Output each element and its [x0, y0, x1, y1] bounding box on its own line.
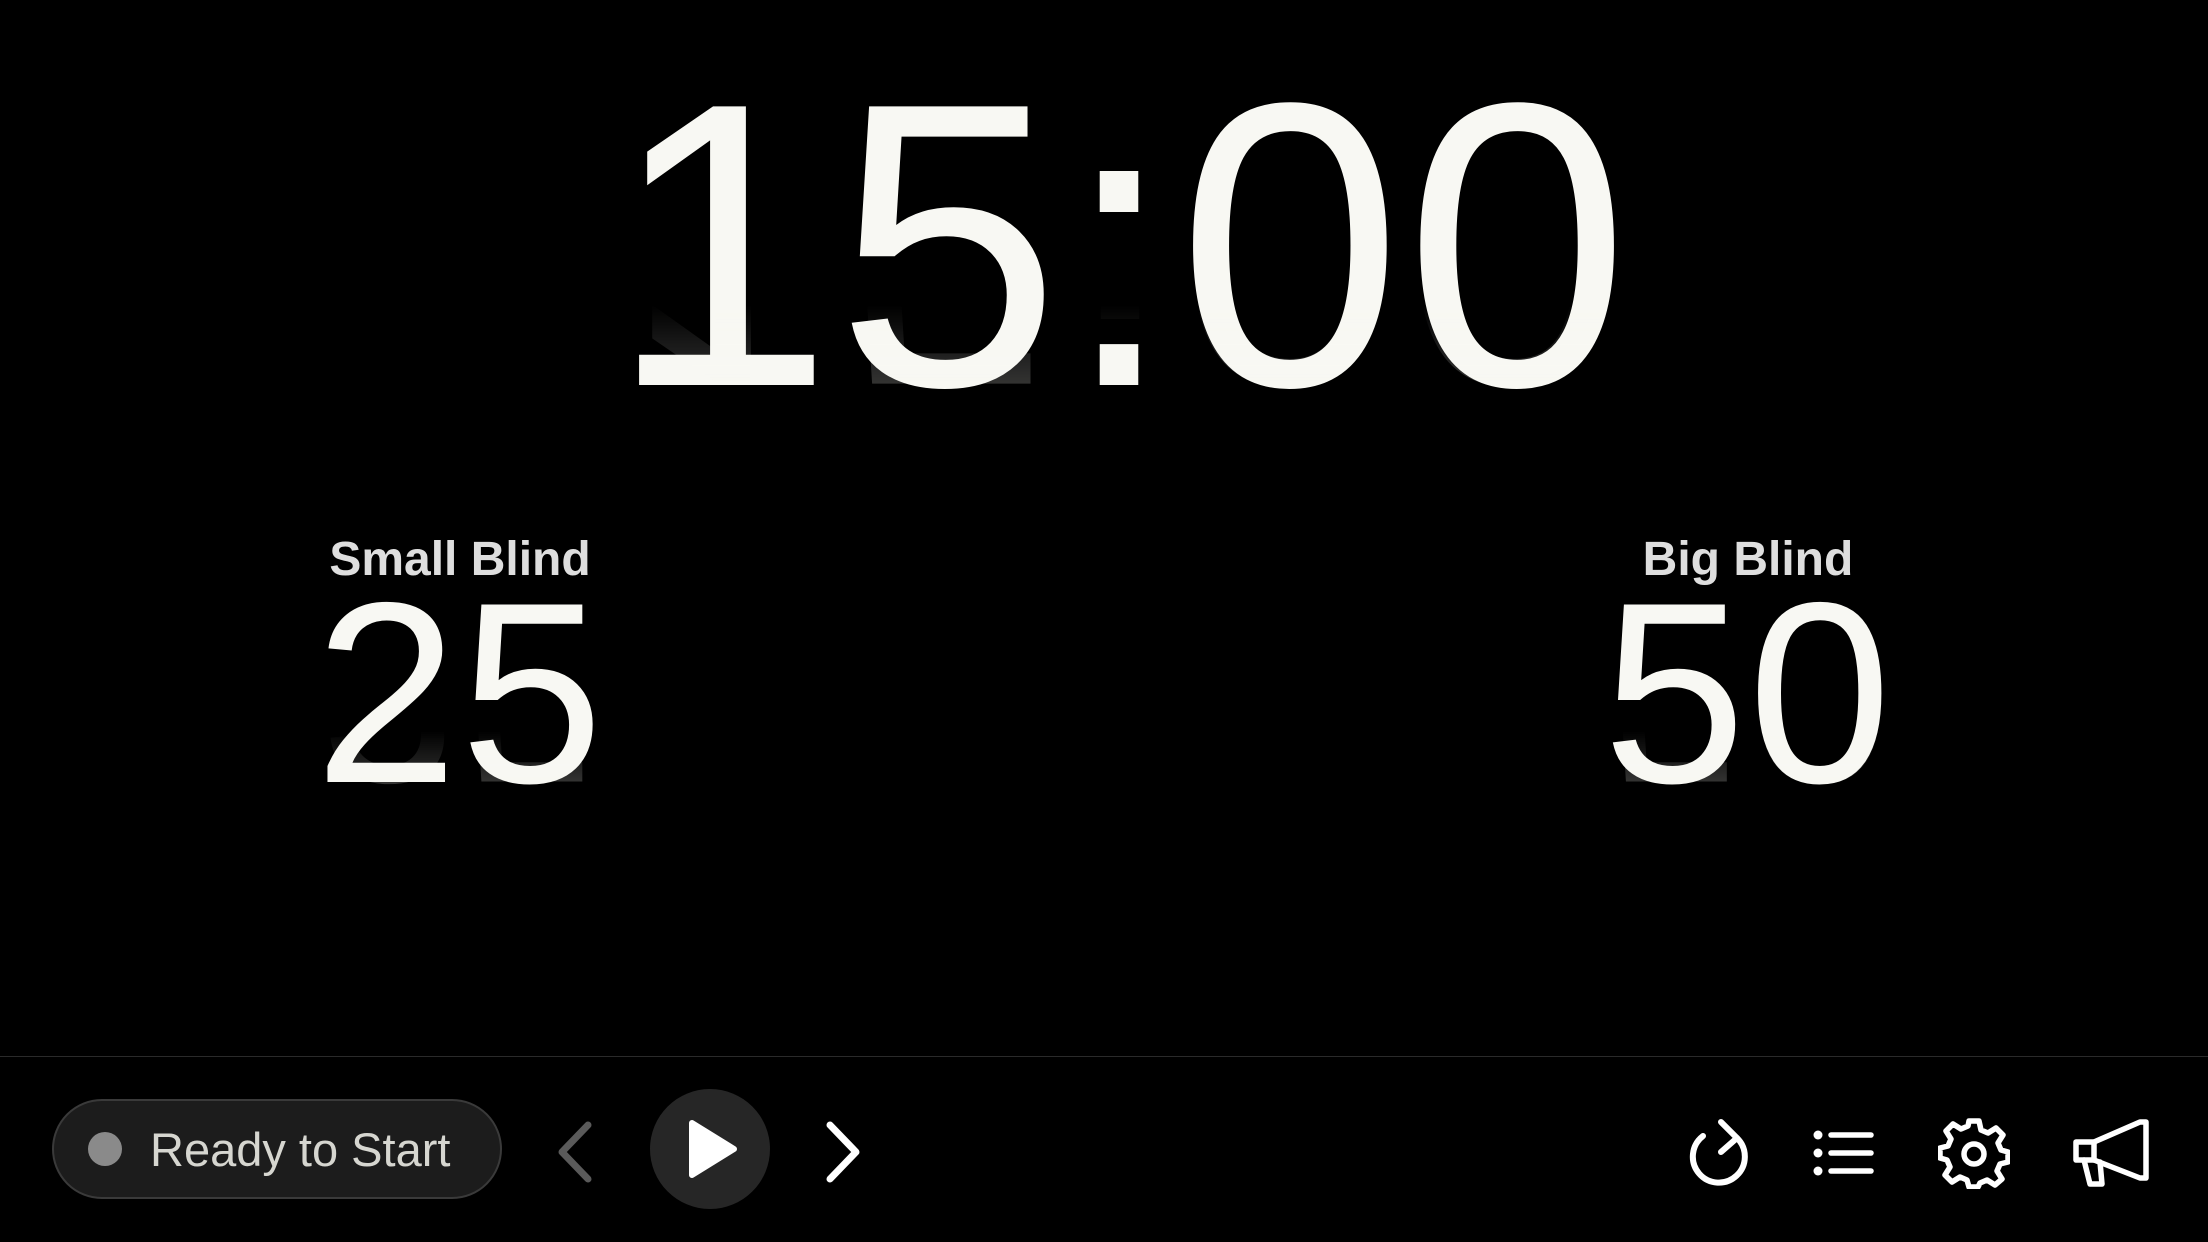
- settings-button[interactable]: [1934, 1113, 2014, 1193]
- tournament-timer-screen: 15:00 15:00 Small Blind 25 25 Big Blind …: [0, 0, 2208, 1242]
- small-blind: 25 25: [280, 548, 640, 1008]
- big-blind-value: 50: [1602, 548, 1894, 837]
- megaphone-icon: [2073, 1119, 2149, 1187]
- status-badge: Ready to Start: [52, 1099, 502, 1199]
- play-icon: [689, 1120, 737, 1178]
- big-blind: 50 50: [1568, 548, 1928, 1008]
- announcement-button[interactable]: [2066, 1113, 2156, 1193]
- gear-icon: [1938, 1118, 2010, 1189]
- small-blind-value: 25: [314, 548, 606, 837]
- next-level-button[interactable]: [808, 1117, 878, 1187]
- chevron-right-icon: [826, 1121, 860, 1183]
- previous-level-button[interactable]: [540, 1117, 610, 1187]
- bottom-toolbar: Ready to Start: [0, 1056, 2208, 1242]
- list-icon: [1813, 1130, 1874, 1176]
- play-button[interactable]: [650, 1089, 770, 1209]
- level-timer: 15:00 15:00: [560, 18, 1680, 740]
- status-dot-icon: [88, 1132, 122, 1166]
- chevron-left-icon: [558, 1121, 592, 1183]
- status-text: Ready to Start: [150, 1122, 451, 1176]
- levels-list-button[interactable]: [1806, 1115, 1882, 1191]
- timer-display: 15:00: [608, 18, 1632, 471]
- reset-button[interactable]: [1682, 1115, 1758, 1191]
- reset-icon: [1689, 1119, 1748, 1186]
